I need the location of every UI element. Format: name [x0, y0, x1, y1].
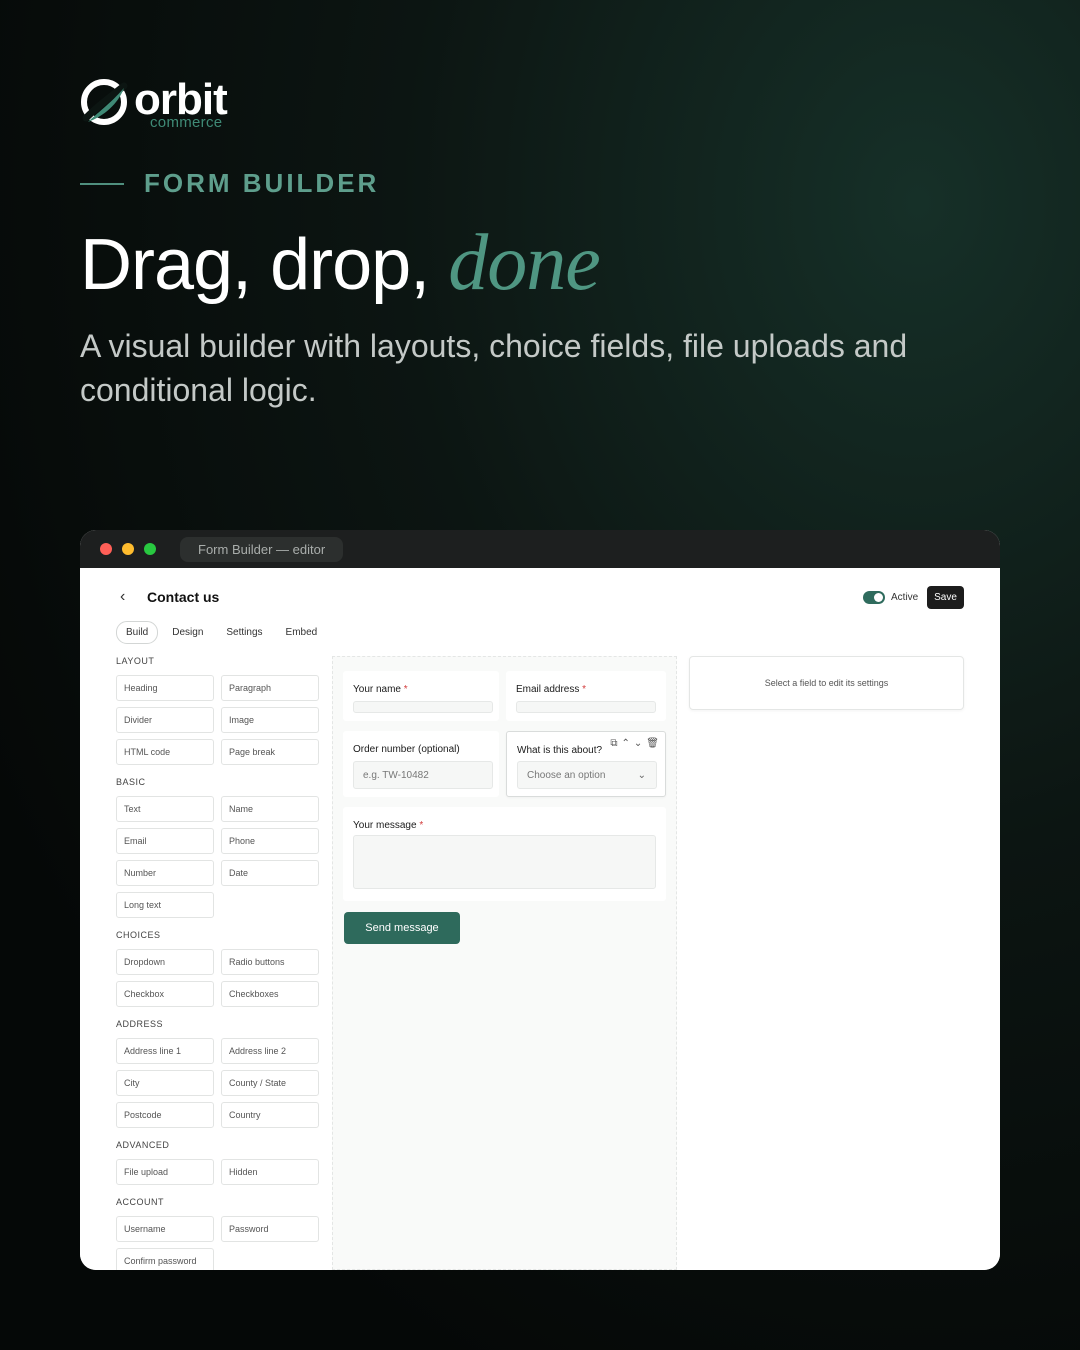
chevron-down-icon: ⌄ [637, 770, 646, 781]
required-mark: * [419, 820, 424, 831]
form-field-topic[interactable]: What is this about? ⧉ ⌃ ⌄ 🗑 Choose an op… [506, 731, 666, 797]
subheading: A visual builder with layouts, choice fi… [80, 328, 908, 408]
trash-icon[interactable]: 🗑 [646, 738, 659, 749]
palette-item-html-code[interactable]: HTML code [116, 739, 214, 765]
eyebrow-rule [80, 182, 124, 185]
palette-item-address-line-2[interactable]: Address line 2 [221, 1038, 319, 1064]
save-button[interactable]: Save [927, 586, 964, 609]
palette-item-city[interactable]: City [116, 1070, 214, 1096]
eyebrow-text: FORM BUILDER [144, 168, 380, 198]
headline: Drag, drop, done [80, 218, 601, 309]
field-palette: LAYOUT Heading Paragraph Divider Image H… [116, 656, 322, 1270]
palette-item-county-state[interactable]: County / State [221, 1070, 319, 1096]
active-toggle[interactable] [863, 591, 885, 604]
required-mark: * [403, 684, 408, 695]
palette-item-checkboxes[interactable]: Checkboxes [221, 981, 319, 1007]
palette-item-paragraph[interactable]: Paragraph [221, 675, 319, 701]
palette-item-divider[interactable]: Divider [116, 707, 214, 733]
field-label-text: Email address [516, 684, 580, 695]
field-settings-panel: Select a field to edit its settings [689, 656, 964, 710]
settings-hint: Select a field to edit its settings [764, 678, 889, 688]
field-toolbar: ⧉ ⌃ ⌄ 🗑 [610, 738, 659, 749]
active-toggle-group[interactable]: Active [863, 591, 918, 604]
palette-item-email[interactable]: Email [116, 828, 214, 854]
tab-design[interactable]: Design [163, 622, 212, 643]
editor-app: ‹ Contact us Active Save Build Design Se… [80, 568, 1000, 1270]
palette-item-text[interactable]: Text [116, 796, 214, 822]
message-textarea[interactable] [353, 835, 656, 889]
palette-item-confirm-password[interactable]: Confirm password [116, 1248, 214, 1270]
topic-select[interactable]: Choose an option ⌄ [517, 761, 657, 789]
required-mark: * [582, 684, 587, 695]
palette-section-title: BASIC [116, 777, 146, 787]
tab-build[interactable]: Build [116, 621, 159, 644]
palette-item-postcode[interactable]: Postcode [116, 1102, 214, 1128]
field-label: Email address * [516, 684, 586, 695]
field-label: Your message * [353, 820, 423, 831]
headline-plain: Drag, drop, [80, 225, 430, 305]
palette-item-image[interactable]: Image [221, 707, 319, 733]
palette-item-long-text[interactable]: Long text [116, 892, 214, 918]
orbit-logo-mark-icon [81, 79, 128, 125]
palette-item-checkbox[interactable]: Checkbox [116, 981, 214, 1007]
editor-tabs: Build Design Settings Embed [116, 621, 331, 644]
palette-item-radio-buttons[interactable]: Radio buttons [221, 949, 319, 975]
field-label-text: Order number (optional) [353, 744, 460, 755]
arrow-down-icon[interactable]: ⌄ [634, 738, 642, 749]
palette-item-heading[interactable]: Heading [116, 675, 214, 701]
tab-settings[interactable]: Settings [217, 622, 271, 643]
palette-item-username[interactable]: Username [116, 1216, 214, 1242]
headline-accent: done [448, 219, 601, 307]
minimize-window-icon[interactable] [122, 543, 134, 555]
chevron-left-icon[interactable]: ‹ [120, 588, 125, 606]
palette-item-dropdown[interactable]: Dropdown [116, 949, 214, 975]
active-label: Active [891, 592, 919, 603]
palette-section-title: ACCOUNT [116, 1197, 164, 1207]
palette-section-title: CHOICES [116, 930, 161, 940]
palette-item-address-line-1[interactable]: Address line 1 [116, 1038, 214, 1064]
orbit-logo: orbit commerce [80, 78, 228, 131]
form-canvas[interactable]: Your name * Email address * Order number… [332, 656, 677, 1270]
page-title: Contact us [147, 589, 220, 605]
send-message-button[interactable]: Send message [344, 912, 460, 944]
field-label-text: What is this about? [517, 745, 603, 756]
your-name-input[interactable] [353, 701, 493, 713]
palette-item-hidden[interactable]: Hidden [221, 1159, 319, 1185]
form-field-message[interactable]: Your message * [343, 807, 666, 901]
maximize-window-icon[interactable] [144, 543, 156, 555]
order-number-input[interactable]: e.g. TW-10482 [353, 761, 493, 789]
window-titlebar: Form Builder — editor [80, 530, 1000, 568]
palette-item-page-break[interactable]: Page break [221, 739, 319, 765]
palette-section-title: ADDRESS [116, 1019, 164, 1029]
palette-item-name[interactable]: Name [221, 796, 319, 822]
palette-item-country[interactable]: Country [221, 1102, 319, 1128]
brand-tagline: commerce [150, 114, 223, 131]
app-window: Form Builder — editor ‹ Contact us Activ… [80, 530, 1000, 1270]
window-tab-title[interactable]: Form Builder — editor [180, 536, 344, 562]
form-field-email[interactable]: Email address * [506, 671, 666, 721]
arrow-up-icon[interactable]: ⌃ [622, 738, 630, 749]
palette-section-title: LAYOUT [116, 656, 155, 666]
eyebrow: FORM BUILDER [80, 168, 379, 199]
form-field-your-name[interactable]: Your name * [343, 671, 499, 721]
palette-item-number[interactable]: Number [116, 860, 214, 886]
email-input[interactable] [516, 701, 656, 713]
select-placeholder: Choose an option [527, 769, 606, 781]
palette-item-phone[interactable]: Phone [221, 828, 319, 854]
form-field-order-number[interactable]: Order number (optional) e.g. TW-10482 [343, 731, 499, 797]
field-label-text: Your name [353, 684, 401, 695]
palette-item-password[interactable]: Password [221, 1216, 319, 1242]
field-label: Your name * [353, 684, 408, 695]
palette-item-date[interactable]: Date [221, 860, 319, 886]
copy-icon[interactable]: ⧉ [610, 738, 617, 749]
palette-item-file-upload[interactable]: File upload [116, 1159, 214, 1185]
palette-section-title: ADVANCED [116, 1140, 170, 1150]
tab-embed[interactable]: Embed [277, 622, 327, 643]
field-label-text: Your message [353, 820, 417, 831]
close-window-icon[interactable] [100, 543, 112, 555]
